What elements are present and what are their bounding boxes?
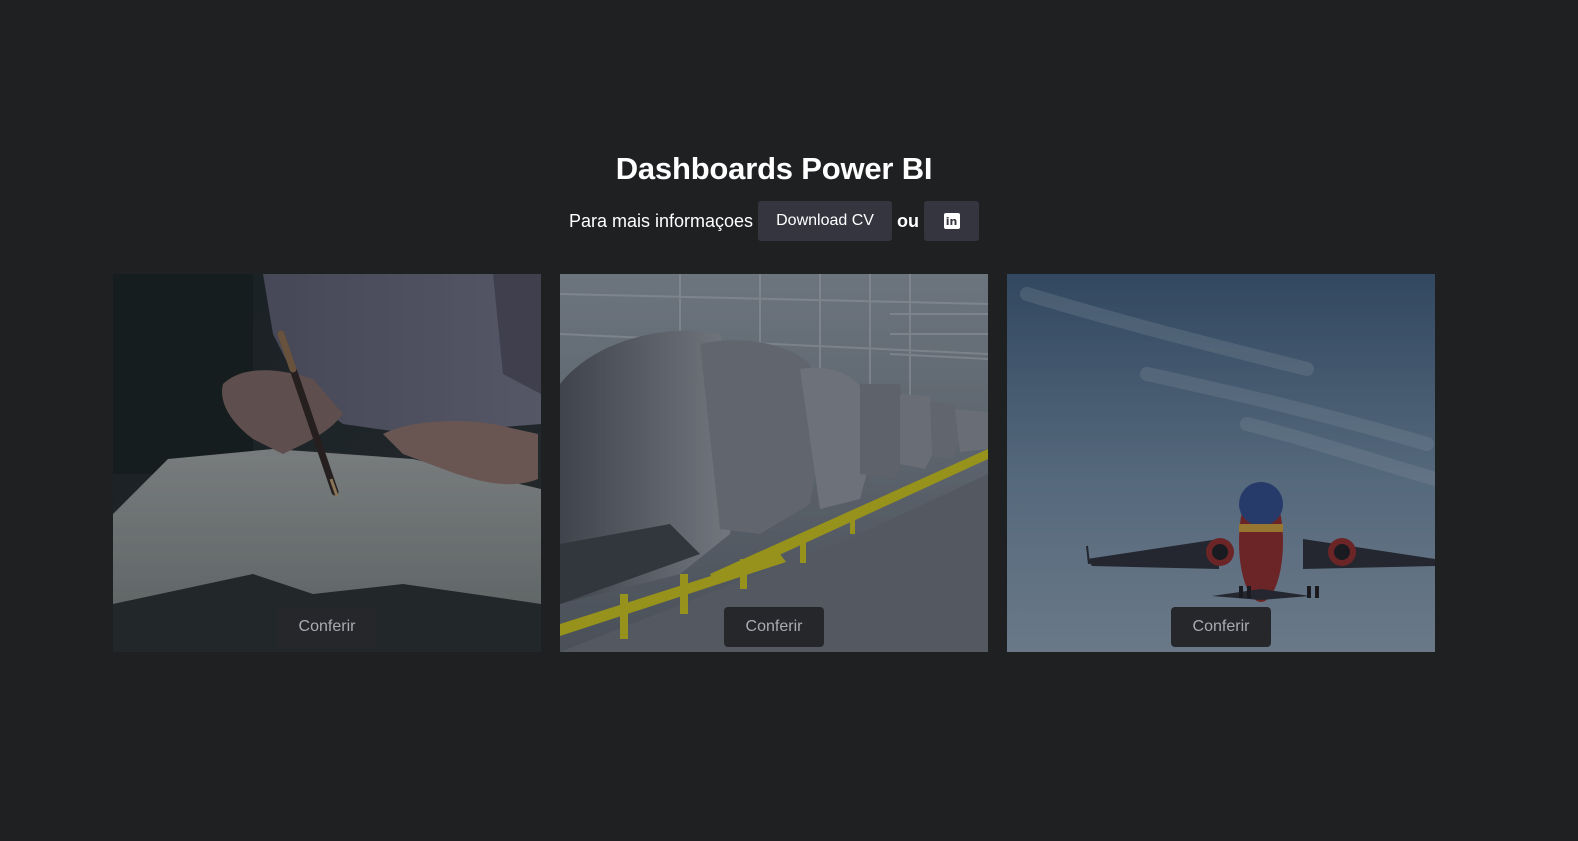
dashboard-card: Conferir bbox=[1007, 274, 1435, 652]
conferir-button[interactable]: Conferir bbox=[724, 607, 824, 647]
conferir-button[interactable]: Conferir bbox=[277, 607, 377, 647]
info-text: Para mais informaçoes bbox=[568, 210, 754, 231]
page: Dashboards Power BI Para mais informaçoe… bbox=[0, 0, 1578, 841]
info-row: Para mais informaçoes Download CV ou in bbox=[0, 201, 1548, 241]
page-title: Dashboards Power BI bbox=[615, 151, 933, 186]
download-cv-button[interactable]: Download CV bbox=[758, 201, 893, 241]
linkedin-button[interactable]: in bbox=[924, 201, 980, 241]
conferir-button[interactable]: Conferir bbox=[1171, 607, 1271, 647]
dashboard-card: Conferir bbox=[113, 274, 541, 652]
or-text: ou bbox=[897, 210, 920, 231]
dashboard-card: Conferir bbox=[560, 274, 988, 652]
linkedin-icon: in bbox=[943, 213, 960, 229]
